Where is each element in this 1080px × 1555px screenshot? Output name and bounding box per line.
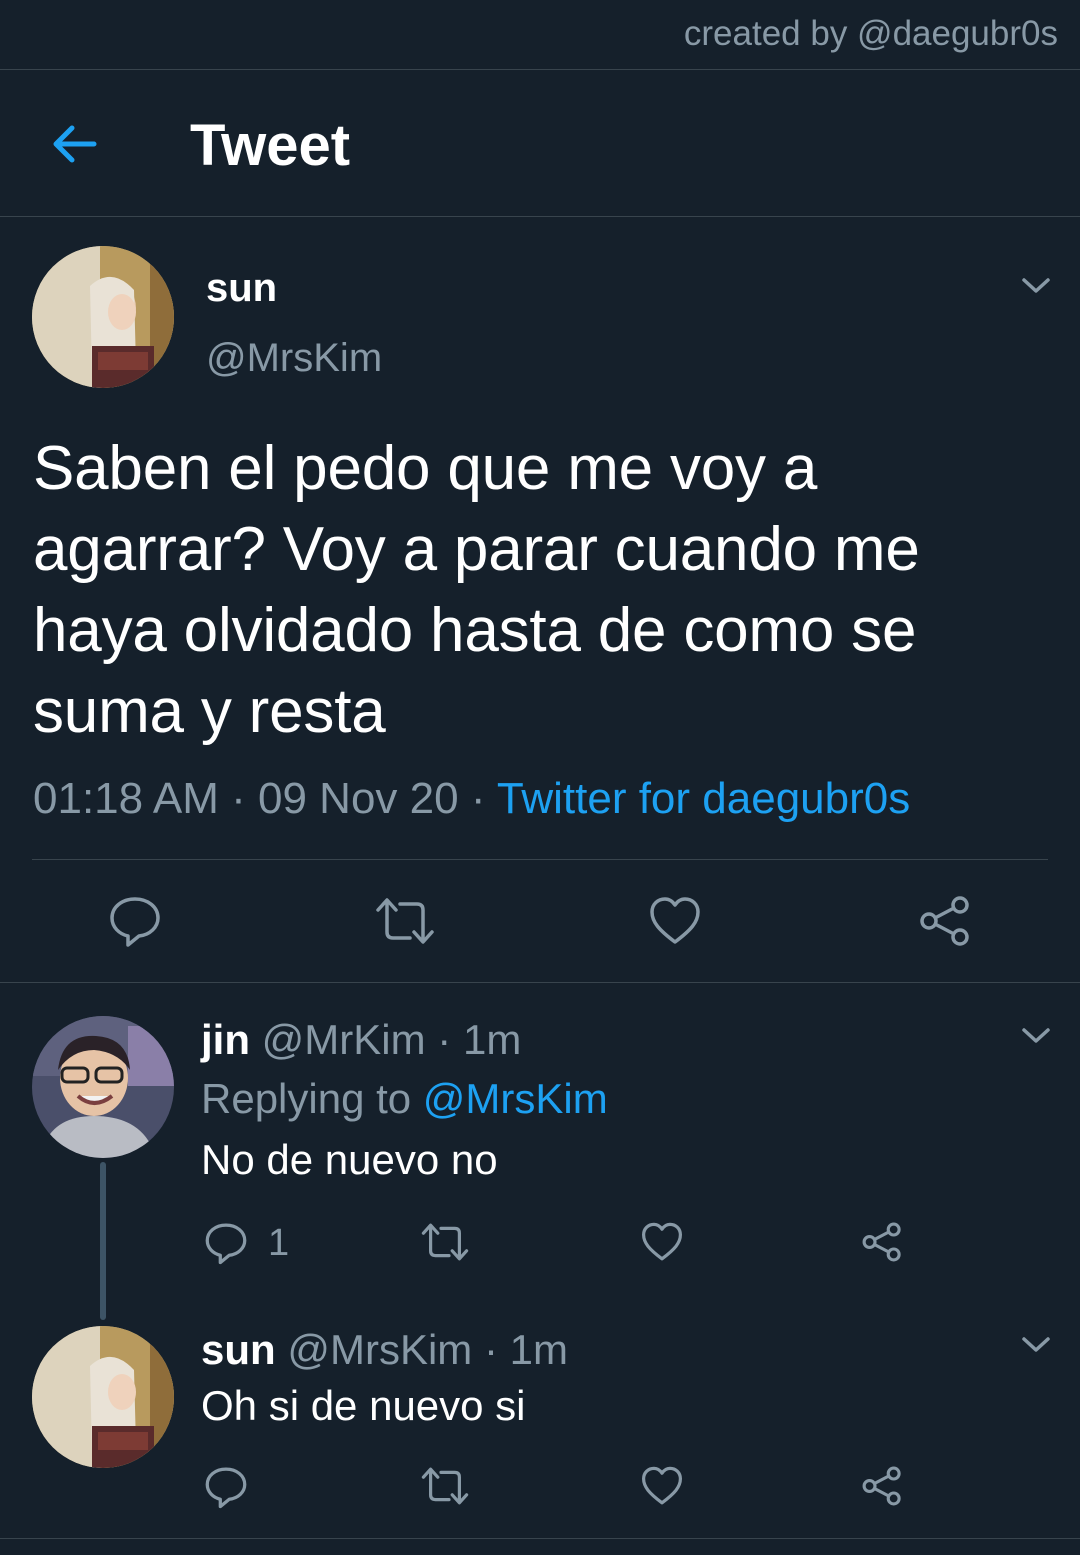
author-handle[interactable]: @MrsKim <box>206 336 382 381</box>
like-icon[interactable] <box>641 1222 683 1267</box>
retweet-icon[interactable] <box>420 1222 470 1267</box>
share-icon[interactable] <box>861 1465 903 1512</box>
replying-to: Replying to @MrsKim <box>201 1075 608 1123</box>
bottom-divider <box>0 1538 1080 1539</box>
tweet-meta: 01:18 AM · 09 Nov 20 · Twitter for daegu… <box>33 774 910 824</box>
dot-separator: · <box>437 1016 452 1063</box>
share-icon[interactable] <box>861 1221 903 1268</box>
reply-icon[interactable] <box>204 1465 248 1514</box>
back-arrow-icon[interactable] <box>48 118 100 170</box>
reply-age: 1m <box>462 1016 522 1063</box>
meta-separator: · <box>218 774 259 823</box>
tweet-date: 09 Nov 20 <box>258 774 459 823</box>
chevron-down-icon[interactable] <box>1021 1335 1051 1355</box>
reply-icon[interactable] <box>108 894 162 953</box>
page-title: Tweet <box>190 113 351 178</box>
reply-header: sun @MrsKim · 1m <box>201 1326 568 1374</box>
tweet-time: 01:18 AM <box>33 774 219 823</box>
retweet-icon[interactable] <box>420 1466 470 1511</box>
retweet-icon[interactable] <box>374 896 436 951</box>
like-icon[interactable] <box>649 896 701 951</box>
meta-separator: · <box>458 774 497 823</box>
author-name[interactable]: sun <box>206 266 277 311</box>
reply-text: No de nuevo no <box>201 1136 498 1183</box>
reply-author-handle[interactable]: @MrKim <box>262 1016 426 1063</box>
thread-connector <box>100 1162 106 1320</box>
replying-to-handle[interactable]: @MrsKim <box>423 1075 608 1122</box>
header-divider <box>0 216 1080 217</box>
reply-count: 1 <box>268 1222 290 1264</box>
chevron-down-icon[interactable] <box>1021 276 1051 296</box>
reply-text: Oh si de nuevo si <box>201 1382 526 1429</box>
reply-header: jin @MrKim · 1m <box>201 1016 521 1064</box>
actions-divider <box>0 982 1080 983</box>
reply-author-name[interactable]: jin <box>201 1016 250 1063</box>
tweet-text: Saben el pedo que me voy a agarrar? Voy … <box>33 434 920 746</box>
meta-divider <box>32 859 1048 860</box>
creator-watermark: created by @daegubr0s <box>683 14 1058 53</box>
avatar-sun[interactable] <box>32 246 174 388</box>
top-divider <box>0 69 1080 70</box>
chevron-down-icon[interactable] <box>1021 1026 1051 1046</box>
reply-author-handle[interactable]: @MrsKim <box>287 1326 472 1373</box>
like-icon[interactable] <box>641 1466 683 1511</box>
reply-icon[interactable] <box>204 1221 248 1270</box>
tweet-source-link[interactable]: Twitter for daegubr0s <box>497 774 910 823</box>
share-icon[interactable] <box>918 894 972 953</box>
avatar-sun[interactable] <box>32 1326 174 1468</box>
dot-separator: · <box>483 1326 498 1373</box>
avatar-jin[interactable] <box>32 1016 174 1158</box>
replying-prefix: Replying to <box>201 1075 423 1122</box>
reply-age: 1m <box>509 1326 568 1373</box>
reply-author-name[interactable]: sun <box>201 1326 276 1373</box>
